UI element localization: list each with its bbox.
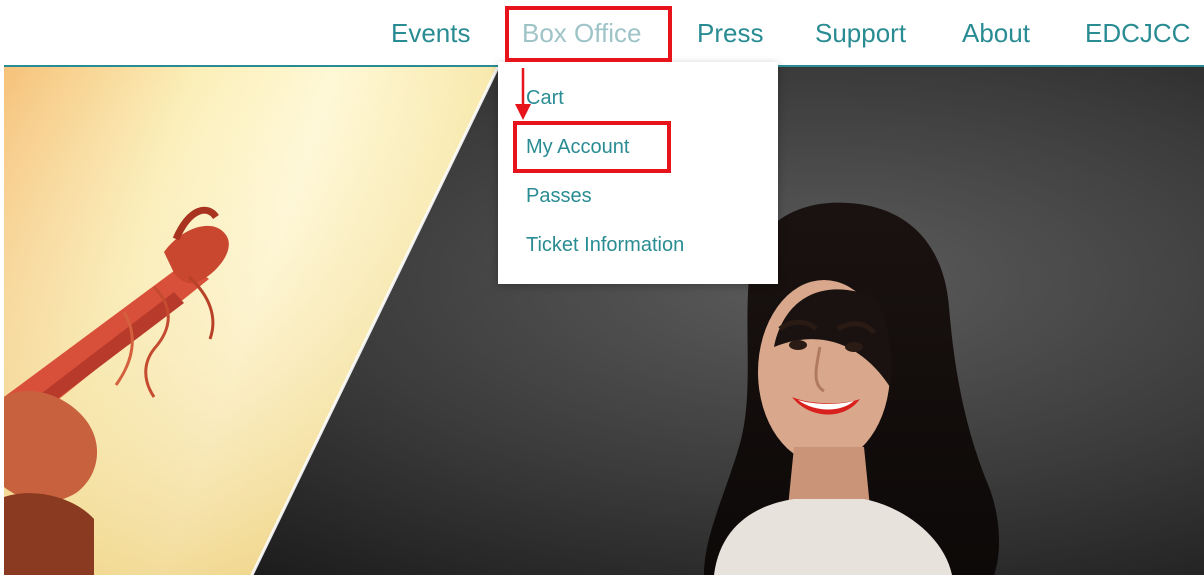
nav-box-office[interactable]: Box Office — [522, 16, 641, 50]
menu-item-passes[interactable]: Passes — [526, 183, 592, 209]
top-nav: Events Box Office Press Support About ED… — [0, 0, 1204, 66]
menu-item-my-account[interactable]: My Account — [526, 134, 629, 160]
menu-item-cart[interactable]: Cart — [526, 85, 564, 111]
nav-about[interactable]: About — [962, 16, 1030, 50]
menu-item-ticket-information[interactable]: Ticket Information — [526, 232, 684, 258]
page: Events Box Office Press Support About ED… — [0, 0, 1204, 575]
nav-edcjcc[interactable]: EDCJCC — [1085, 16, 1190, 50]
nav-press[interactable]: Press — [697, 16, 763, 50]
nav-events[interactable]: Events — [391, 16, 471, 50]
nav-support[interactable]: Support — [815, 16, 906, 50]
box-office-dropdown: Cart My Account Passes Ticket Informatio… — [498, 62, 778, 284]
